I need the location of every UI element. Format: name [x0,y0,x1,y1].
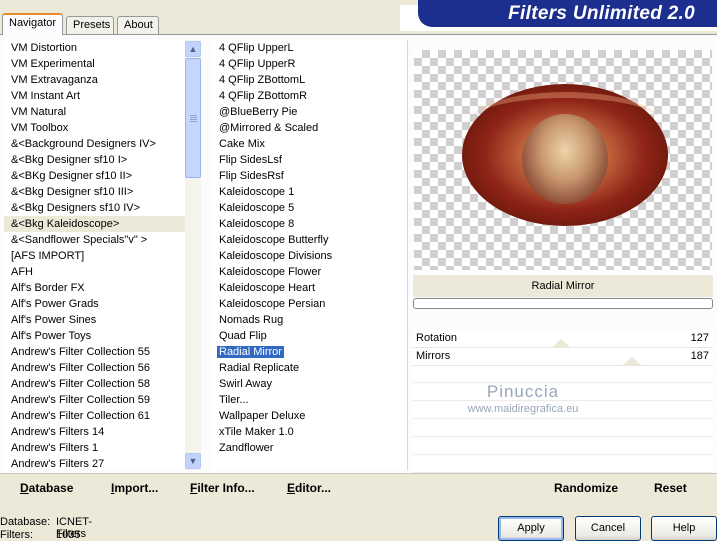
filter-item[interactable]: Quad Flip [212,328,407,344]
tab-about[interactable]: About [117,16,159,34]
category-item[interactable]: &<Bkg Designer sf10 I> [4,152,185,168]
tab-presets[interactable]: Presets [66,16,114,34]
filter-item[interactable]: Kaleidoscope 5 [212,200,407,216]
watermark-url: www.maidiregrafica.eu [467,403,579,415]
category-item[interactable]: Alf's Border FX [4,280,185,296]
filter-item[interactable]: Flip SidesLsf [212,152,407,168]
scroll-up-button[interactable]: ▲ [185,41,201,57]
filter-item[interactable]: 4 QFlip ZBottomR [212,88,407,104]
filter-item[interactable]: 4 QFlip ZBottomL [212,72,407,88]
category-item[interactable]: &<Sandflower Specials"v" > [4,232,185,248]
category-item[interactable]: VM Natural [4,104,185,120]
banner-title: Filters Unlimited 2.0 [508,3,695,24]
category-item[interactable]: Alf's Power Sines [4,312,185,328]
filter-item[interactable]: 4 QFlip UpperL [212,40,407,56]
category-item[interactable]: VM Experimental [4,56,185,72]
filter-item[interactable]: Kaleidoscope 1 [212,184,407,200]
randomize-button[interactable]: Randomize [554,481,618,495]
category-item[interactable]: Andrew's Filter Collection 56 [4,360,185,376]
filter-name-label: Radial Mirror [413,275,713,297]
category-item[interactable]: Andrew's Filter Collection 58 [4,376,185,392]
help-button[interactable]: Help [651,516,717,541]
filter-item[interactable]: Radial Mirror [212,344,407,360]
category-item[interactable]: &<Bkg Kaleidoscope> [4,216,185,232]
filter-item[interactable]: Wallpaper Deluxe [212,408,407,424]
param-empty [413,456,713,473]
scroll-thumb[interactable] [185,58,201,178]
category-item[interactable]: Andrew's Filters 14 [4,424,185,440]
banner: Filters Unlimited 2.0 [418,0,717,27]
filter-info-button[interactable]: Filter Info... [190,481,255,495]
filter-item[interactable]: Kaleidoscope 8 [212,216,407,232]
preview-image [462,84,668,226]
reset-button[interactable]: Reset [654,481,687,495]
category-scrollbar[interactable]: ▲ ▼ [185,40,201,470]
bottom-bar: Database Import... Filter Info... Editor… [0,473,717,505]
param-rotation[interactable]: Rotation 127 [413,330,713,348]
category-item[interactable]: Andrew's Filter Collection 61 [4,408,185,424]
category-item[interactable]: [AFS IMPORT] [4,248,185,264]
param-value: 187 [690,350,709,362]
category-item[interactable]: VM Instant Art [4,88,185,104]
cancel-button[interactable]: Cancel [575,516,641,541]
filter-item[interactable]: Nomads Rug [212,312,407,328]
filter-item[interactable]: Kaleidoscope Divisions [212,248,407,264]
category-item[interactable]: VM Extravaganza [4,72,185,88]
param-empty [413,438,713,455]
tab-navigator[interactable]: Navigator [2,13,63,35]
editor-button[interactable]: Editor... [287,481,331,495]
filter-item[interactable]: Zandflower [212,440,407,456]
param-label: Rotation [416,332,457,344]
param-empty [413,420,713,437]
filter-item[interactable]: Kaleidoscope Butterfly [212,232,407,248]
category-list[interactable]: VM Distortion VM Experimental VM Extravaga… [4,40,185,470]
param-empty [413,366,713,383]
slider-marker[interactable] [552,339,570,347]
filter-item[interactable]: Kaleidoscope Persian [212,296,407,312]
category-item[interactable]: Andrew's Filter Collection 59 [4,392,185,408]
filter-item[interactable]: 4 QFlip UpperR [212,56,407,72]
database-button[interactable]: Database [20,481,73,495]
filter-item[interactable]: Kaleidoscope Flower [212,264,407,280]
chevron-down-icon: ▼ [188,456,198,466]
filter-item[interactable]: @BlueBerry Pie [212,104,407,120]
category-item[interactable]: VM Toolbox [4,120,185,136]
filter-item[interactable]: Flip SidesRsf [212,168,407,184]
category-item[interactable]: AFH [4,264,185,280]
category-item[interactable]: &<BKg Designer sf10 II> [4,168,185,184]
category-item[interactable]: Alf's Power Toys [4,328,185,344]
param-label: Mirrors [416,350,451,362]
preview-canvas [414,50,712,270]
filter-item[interactable]: Radial Replicate [212,360,407,376]
filter-item[interactable]: Cake Mix [212,136,407,152]
category-item[interactable]: Andrew's Filter Collection 55 [4,344,185,360]
category-item[interactable]: Andrew's Filters 1 [4,440,185,456]
filter-item[interactable]: @Mirrored & Scaled [212,120,407,136]
watermark-name: Pinuccia [486,382,560,401]
scroll-down-button[interactable]: ▼ [185,453,201,469]
apply-button[interactable]: Apply [498,516,564,541]
category-item[interactable]: Andrew's Filters 27 [4,456,185,470]
progress-bar [413,298,713,309]
category-item[interactable]: &<Bkg Designers sf10 IV> [4,200,185,216]
filter-item[interactable]: Tiler... [212,392,407,408]
chevron-up-icon: ▲ [188,44,198,54]
category-item[interactable]: &<Background Designers IV> [4,136,185,152]
import-button[interactable]: Import... [111,481,158,495]
filter-item[interactable]: Kaleidoscope Heart [212,280,407,296]
filter-list[interactable]: 4 QFlip UpperL 4 QFlip UpperR 4 QFlip ZBot… [212,40,408,470]
category-item[interactable]: Alf's Power Grads [4,296,185,312]
category-item[interactable]: VM Distortion [4,40,185,56]
param-value: 127 [690,332,709,344]
param-mirrors[interactable]: Mirrors 187 [413,348,713,366]
slider-marker[interactable] [623,357,641,365]
filter-item[interactable]: Swirl Away [212,376,407,392]
category-item[interactable]: &<Bkg Designer sf10 III> [4,184,185,200]
filter-item[interactable]: xTile Maker 1.0 [212,424,407,440]
